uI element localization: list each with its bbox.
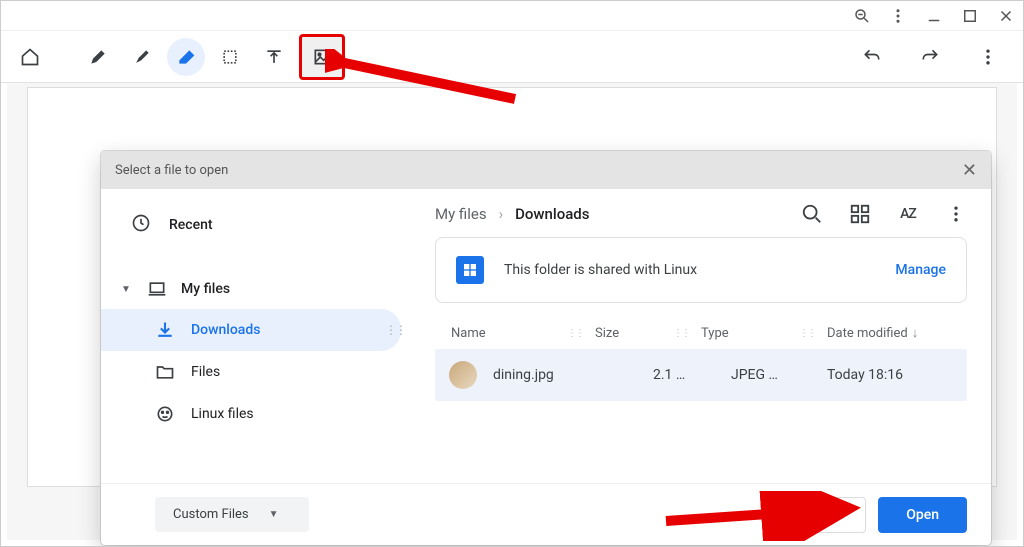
undo-button[interactable] xyxy=(853,38,891,76)
col-size[interactable]: Size xyxy=(595,326,665,341)
column-resize-icon[interactable]: ⋮⋮ xyxy=(673,328,689,339)
file-size: 2.1 … xyxy=(653,367,731,383)
file-date: Today 18:16 xyxy=(827,367,957,383)
tree-root-label: My files xyxy=(181,281,230,297)
crumb-parent[interactable]: My files xyxy=(435,205,487,223)
overflow-menu[interactable] xyxy=(969,38,1007,76)
minimize-icon[interactable] xyxy=(925,7,943,25)
marker-tool[interactable] xyxy=(123,38,161,76)
sort-az-button[interactable]: AZ xyxy=(897,203,919,225)
open-button[interactable]: Open xyxy=(878,497,967,533)
chevron-right-icon: › xyxy=(499,205,504,223)
shared-folder-icon xyxy=(456,256,484,284)
home-button[interactable] xyxy=(11,38,49,76)
redo-button[interactable] xyxy=(911,38,949,76)
share-message: This folder is shared with Linux xyxy=(504,262,697,278)
sort-desc-icon: ↓ xyxy=(912,326,919,341)
tree-child-label: Linux files xyxy=(191,406,254,422)
breadcrumb: My files › Downloads xyxy=(435,205,589,223)
close-window-icon[interactable] xyxy=(997,7,1015,25)
more-icon[interactable] xyxy=(889,7,907,25)
eraser-tool[interactable] xyxy=(167,38,205,76)
tree-child-label: Files xyxy=(191,364,220,380)
linux-icon xyxy=(155,404,175,424)
tree-child-label: Downloads xyxy=(191,322,260,338)
column-resize-icon[interactable]: ⋮⋮ xyxy=(799,328,815,339)
maximize-icon[interactable] xyxy=(961,7,979,25)
col-name[interactable]: Name xyxy=(445,326,559,341)
grid-view-icon[interactable] xyxy=(849,203,871,225)
laptop-icon xyxy=(147,279,167,299)
pen-tool[interactable] xyxy=(79,38,117,76)
file-name: dining.jpg xyxy=(493,367,653,383)
file-thumbnail xyxy=(449,361,477,389)
column-resize-icon[interactable]: ⋮⋮ xyxy=(567,328,583,339)
zoom-out-icon[interactable] xyxy=(853,7,871,25)
column-headers: Name ⋮⋮ Size ⋮⋮ Type ⋮⋮ Date modified↓ xyxy=(435,317,967,349)
col-type[interactable]: Type xyxy=(701,326,791,341)
file-type: JPEG … xyxy=(731,367,827,383)
recent-label: Recent xyxy=(169,217,213,233)
file-row[interactable]: dining.jpg 2.1 … JPEG … Today 18:16 xyxy=(435,349,967,401)
crumb-current: Downloads xyxy=(515,205,589,223)
file-sidebar: Recent ▼ My files Downloads ⋮⋮ Files xyxy=(101,189,411,483)
col-date[interactable]: Date modified↓ xyxy=(827,325,957,341)
tree-my-files[interactable]: ▼ My files xyxy=(101,269,411,309)
file-open-dialog: Select a file to open ✕ Recent ▼ My file… xyxy=(101,151,991,545)
caret-down-icon: ▼ xyxy=(121,284,133,295)
clock-icon xyxy=(131,213,151,237)
insert-image-button[interactable] xyxy=(299,34,345,80)
cancel-button[interactable]: Cancel xyxy=(778,497,867,533)
file-type-select[interactable]: Custom Files ▼ xyxy=(155,497,309,532)
more-options-icon[interactable] xyxy=(945,203,967,225)
close-icon[interactable]: ✕ xyxy=(962,160,977,181)
search-icon[interactable] xyxy=(801,203,823,225)
manage-link[interactable]: Manage xyxy=(895,262,946,278)
tree-files[interactable]: Files xyxy=(101,351,401,393)
select-tool[interactable] xyxy=(211,38,249,76)
recent-item[interactable]: Recent xyxy=(101,199,411,251)
download-icon xyxy=(155,320,175,340)
drag-handle-icon: ⋮⋮ xyxy=(385,323,405,337)
share-banner: This folder is shared with Linux Manage xyxy=(435,237,967,303)
tree-linux-files[interactable]: Linux files xyxy=(101,393,401,435)
align-tool[interactable] xyxy=(255,38,293,76)
dialog-title: Select a file to open xyxy=(115,163,228,178)
caret-down-icon: ▼ xyxy=(269,509,279,520)
folder-icon xyxy=(155,362,175,382)
file-type-label: Custom Files xyxy=(173,507,249,522)
tree-downloads[interactable]: Downloads ⋮⋮ xyxy=(101,309,401,351)
